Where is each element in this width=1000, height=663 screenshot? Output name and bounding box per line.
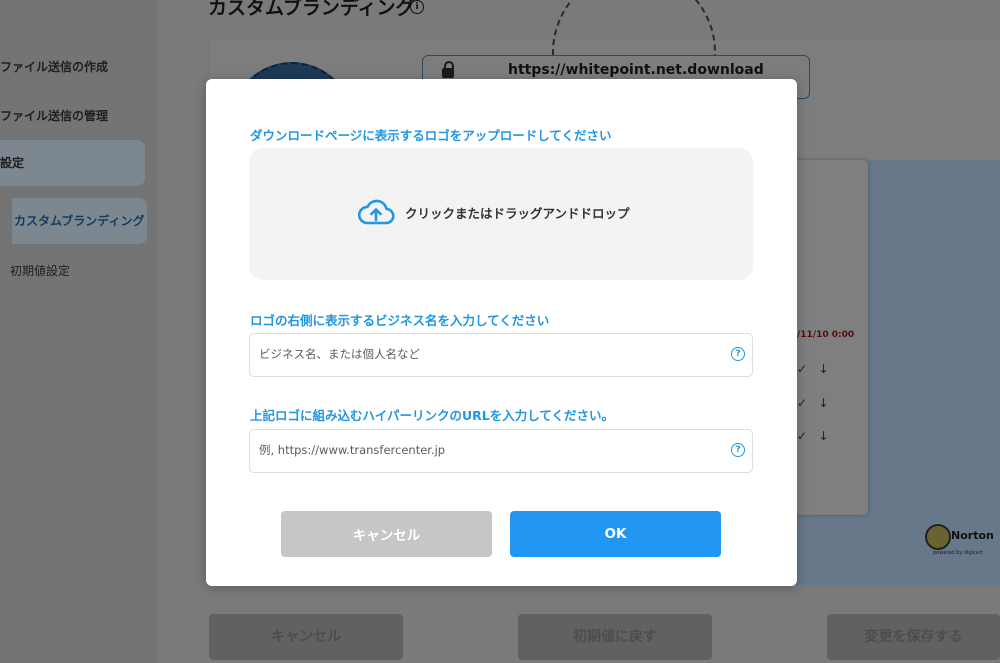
norton-name: Norton <box>951 529 994 542</box>
branding-modal: ダウンロードページに表示するロゴをアップロードしてください クリックまたはドラッ… <box>206 79 797 586</box>
card-row: ✓ ↓ <box>797 429 829 443</box>
dropzone-text: クリックまたはドラッグアンドドロップ <box>405 206 630 221</box>
help-icon[interactable]: ? <box>731 347 745 361</box>
norton-badge: Norton powered by digicert <box>925 520 994 558</box>
save-changes-button[interactable]: 変更を保存する <box>827 614 1000 660</box>
logo-upload-label: ダウンロードページに表示するロゴをアップロードしてください <box>250 128 612 143</box>
info-icon[interactable]: i <box>410 0 424 14</box>
sidebar-item-label: 設定 <box>0 156 25 170</box>
cancel-button[interactable]: キャンセル <box>281 511 492 557</box>
card-row: ✓ ↓ <box>797 362 829 376</box>
sidebar-item-label: カスタムブランディング <box>14 214 145 228</box>
bg-cancel-button[interactable]: キャンセル <box>209 614 403 660</box>
check-icon: ✓ <box>797 429 808 443</box>
download-icon: ↓ <box>818 362 829 376</box>
cloud-upload-icon <box>357 199 395 225</box>
norton-sub: powered by digicert <box>933 550 983 556</box>
business-name-label: ロゴの右側に表示するビジネス名を入力してください <box>250 313 550 328</box>
card-date: /11/10 0:00 <box>797 330 855 340</box>
check-icon: ✓ <box>797 362 808 376</box>
norton-check-icon <box>925 524 951 550</box>
ok-button[interactable]: OK <box>510 511 721 557</box>
url-label: 上記ロゴに組み込むハイパーリンクのURLを入力してください。 <box>250 408 614 423</box>
page-title: カスタムブランディング <box>208 0 415 19</box>
download-icon: ↓ <box>818 396 829 410</box>
logo-dropzone[interactable]: クリックまたはドラッグアンドドロップ <box>249 148 753 280</box>
lock-icon <box>442 61 454 78</box>
sidebar-item-custom-branding[interactable]: カスタムブランディング <box>12 198 147 244</box>
url-field: ? <box>249 429 753 473</box>
sidebar-item-manage-transfers[interactable]: ファイル送信の管理 <box>0 107 145 124</box>
url-input[interactable] <box>259 430 719 470</box>
business-name-input[interactable] <box>259 334 719 374</box>
reset-defaults-button[interactable]: 初期値に戻す <box>518 614 712 660</box>
sidebar: ファイル送信の作成 ファイル送信の管理 設定 カスタムブランディング 初期値設定 <box>0 0 157 663</box>
card-row: ✓ ↓ <box>797 396 829 410</box>
business-name-field: ? <box>249 333 753 377</box>
help-icon[interactable]: ? <box>731 443 745 457</box>
download-icon: ↓ <box>818 429 829 443</box>
sidebar-item-settings[interactable]: 設定 <box>0 140 145 186</box>
sidebar-item-defaults[interactable]: 初期値設定 <box>10 262 155 279</box>
check-icon: ✓ <box>797 396 808 410</box>
url-preview-text: https://whitepoint.net.download <box>508 62 764 78</box>
sidebar-item-create-transfer[interactable]: ファイル送信の作成 <box>0 58 145 75</box>
